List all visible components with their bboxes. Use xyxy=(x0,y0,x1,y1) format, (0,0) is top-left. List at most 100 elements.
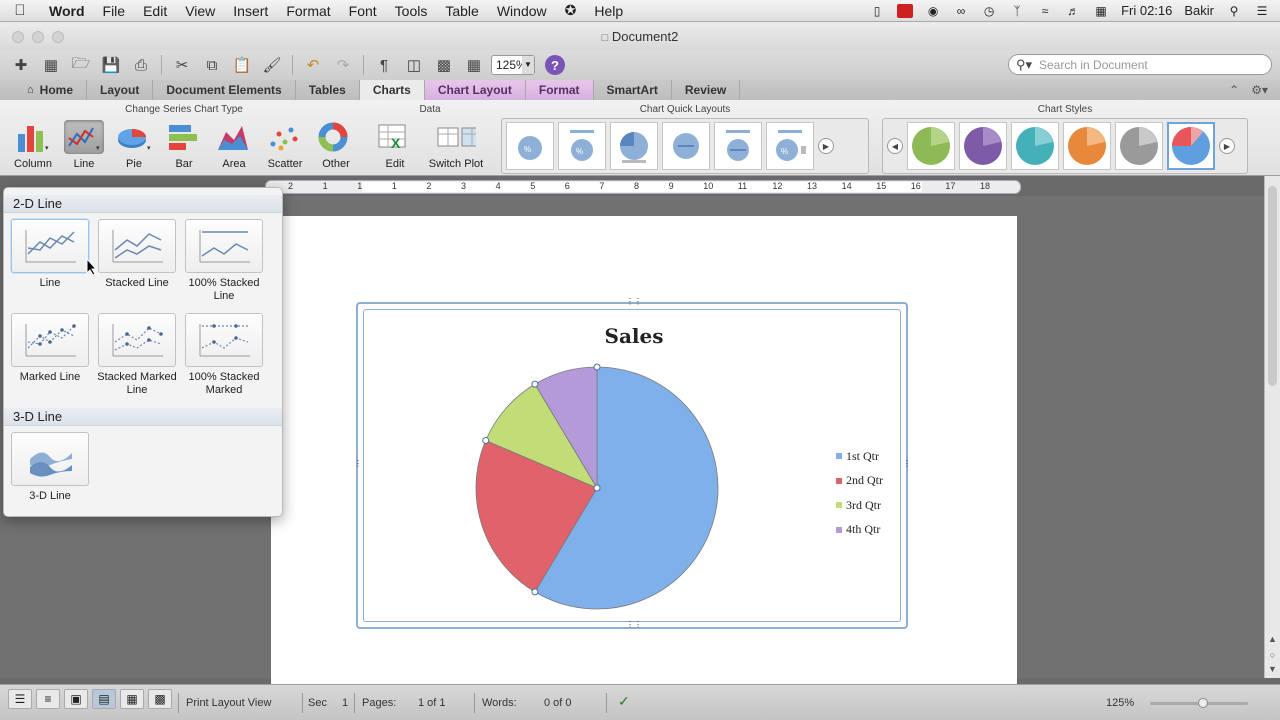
record-icon[interactable] xyxy=(897,3,914,18)
paste-icon[interactable]: 📋 xyxy=(229,54,255,76)
legend-entry[interactable]: 1st Qtr xyxy=(836,444,883,469)
notification-icon[interactable]: ◉ xyxy=(925,4,941,18)
chart-type-bar-button[interactable]: Bar xyxy=(161,120,207,172)
publishing-view-icon[interactable]: ▣ xyxy=(64,689,88,709)
chart-styles-prev-icon[interactable]: ◀ xyxy=(887,138,903,154)
chart-type-other-button[interactable]: Other xyxy=(313,120,359,172)
new-document-icon[interactable]: ✚ xyxy=(8,54,34,76)
chart-type-line-button[interactable]: ▾ Line xyxy=(61,120,107,172)
option-stacked-line[interactable]: Stacked Line xyxy=(94,219,180,290)
chart-type-scatter-button[interactable]: Scatter xyxy=(262,120,308,172)
tab-review[interactable]: Review xyxy=(672,80,741,100)
resize-handle-top[interactable]: ⋮⋮ xyxy=(626,297,642,306)
quick-layout-1[interactable]: % xyxy=(506,122,554,170)
menu-file[interactable]: File xyxy=(94,3,135,19)
notification-center-icon[interactable]: ☰ xyxy=(1254,4,1270,18)
legend-entry[interactable]: 2nd Qtr xyxy=(836,469,883,494)
legend-entry[interactable]: 3rd Qtr xyxy=(836,493,883,518)
chart-type-pie-button[interactable]: ▾ Pie xyxy=(111,120,157,172)
quick-layout-2[interactable]: % xyxy=(558,122,606,170)
time-machine-icon[interactable]: ◷ xyxy=(981,4,997,18)
script-icon[interactable]: ✪ xyxy=(556,2,586,19)
format-painter-icon[interactable]: 🖌 xyxy=(259,54,285,76)
focus-view-icon[interactable]: ▩ xyxy=(148,689,172,709)
tab-format[interactable]: Format xyxy=(525,80,594,100)
menu-window[interactable]: Window xyxy=(488,3,556,19)
scrollbar-thumb[interactable] xyxy=(1268,186,1277,386)
vertical-scrollbar[interactable]: ▲ ○ ▼ xyxy=(1264,176,1280,678)
redo-icon[interactable]: ↷ xyxy=(330,54,356,76)
chart-style-green[interactable] xyxy=(907,122,955,170)
print-layout-view-icon[interactable]: ▤ xyxy=(92,689,116,709)
save-icon[interactable]: 💾 xyxy=(98,54,124,76)
spotlight-icon[interactable]: ⚲ xyxy=(1226,4,1242,18)
chart-styles-next-icon[interactable]: ▶ xyxy=(1219,138,1235,154)
text-tool-icon[interactable]: ▯ xyxy=(869,4,885,18)
quick-layout-3[interactable] xyxy=(610,122,658,170)
spelling-check-icon[interactable]: ✓ xyxy=(618,693,630,710)
zoom-select[interactable]: 125% ▼ xyxy=(491,55,535,75)
option-100-stacked-marked[interactable]: 100% Stacked Marked xyxy=(181,313,267,397)
quick-layout-5[interactable] xyxy=(714,122,762,170)
outline-view-icon[interactable]: ≡ xyxy=(36,689,60,709)
tab-smartart[interactable]: SmartArt xyxy=(594,80,672,100)
edit-data-button[interactable]: X Edit xyxy=(372,120,418,172)
chart-style-multicolor[interactable] xyxy=(1167,122,1215,170)
tab-tables[interactable]: Tables xyxy=(296,80,360,100)
chart-legend[interactable]: 1st Qtr 2nd Qtr 3rd Qtr 4th Qtr xyxy=(836,444,883,542)
sidebar-icon[interactable]: ◫ xyxy=(401,54,427,76)
menu-table[interactable]: Table xyxy=(436,3,487,19)
tab-home[interactable]: ⌂ Home xyxy=(14,80,87,100)
menu-tools[interactable]: Tools xyxy=(386,3,437,19)
show-formatting-icon[interactable]: ¶ xyxy=(371,54,397,76)
chart-object[interactable]: Sales 1st Qtr 2nd Qtr 3rd Qtr 4th Qtr ⋮⋮ ⋮⋮… xyxy=(354,297,911,631)
chart-style-purple[interactable] xyxy=(959,122,1007,170)
quick-layout-6[interactable]: % xyxy=(766,122,814,170)
clock[interactable]: Fri 02:16 xyxy=(1121,3,1172,18)
template-gallery-icon[interactable]: ▦ xyxy=(38,54,64,76)
ribbon-settings-icon[interactable]: ⚙▾ xyxy=(1251,83,1268,97)
print-icon[interactable]: ⎙ xyxy=(128,54,154,76)
copy-icon[interactable]: ⧉ xyxy=(199,54,225,76)
chart-style-orange[interactable] xyxy=(1063,122,1111,170)
resize-handle-right[interactable]: ⋮ xyxy=(903,459,911,468)
notebook-view-icon[interactable]: ▦ xyxy=(120,689,144,709)
draft-view-icon[interactable]: ☰ xyxy=(8,689,32,709)
scroll-up-icon[interactable]: ▲ xyxy=(1267,634,1278,645)
chart-style-teal[interactable] xyxy=(1011,122,1059,170)
browse-object-icon[interactable]: ○ xyxy=(1267,650,1278,661)
option-100-stacked-line[interactable]: 100% Stacked Line xyxy=(181,219,267,303)
scroll-down-icon[interactable]: ▼ xyxy=(1267,664,1278,675)
tab-layout[interactable]: Layout xyxy=(87,80,154,100)
option-marked-line[interactable]: Marked Line xyxy=(7,313,93,384)
option-line[interactable]: Line xyxy=(7,219,93,290)
gallery-icon[interactable]: ▩ xyxy=(431,54,457,76)
tab-chart-layout[interactable]: Chart Layout xyxy=(424,80,526,100)
quick-layouts-next-icon[interactable]: ▶ xyxy=(818,138,834,154)
resize-handle-bottom[interactable]: ⋮⋮ xyxy=(626,620,642,629)
tab-charts[interactable]: Charts xyxy=(359,80,425,100)
option-3d-line[interactable]: 3-D Line xyxy=(7,432,93,503)
apple-icon[interactable]:  xyxy=(0,2,40,19)
user-name[interactable]: Bakir xyxy=(1184,3,1214,18)
quick-layout-4[interactable] xyxy=(662,122,710,170)
pie-chart[interactable] xyxy=(358,304,910,631)
menu-view[interactable]: View xyxy=(176,3,224,19)
horizontal-ruler[interactable]: 2 1 1 1 2 3 4 5 6 7 8 9 10 11 12 13 14 15 16 17 18 xyxy=(265,180,1021,194)
calendar-icon[interactable]: ▦ xyxy=(1093,4,1109,18)
menu-insert[interactable]: Insert xyxy=(224,3,277,19)
zoom-slider[interactable] xyxy=(1150,698,1248,708)
legend-entry[interactable]: 4th Qtr xyxy=(836,518,883,543)
menu-font[interactable]: Font xyxy=(340,3,386,19)
search-input[interactable]: ⚲▾ Search in Document xyxy=(1008,54,1272,75)
open-folder-icon[interactable]: 🗁 xyxy=(68,54,94,76)
chart-style-gray[interactable] xyxy=(1115,122,1163,170)
undo-icon[interactable]: ↶ xyxy=(300,54,326,76)
creative-cloud-icon[interactable]: ∞ xyxy=(953,4,969,18)
menu-app-word[interactable]: Word xyxy=(40,3,94,19)
volume-icon[interactable]: ♬ xyxy=(1065,4,1081,18)
toolbox-icon[interactable]: ▦ xyxy=(461,54,487,76)
wifi-icon[interactable]: ≈ xyxy=(1037,4,1053,18)
tab-document-elements[interactable]: Document Elements xyxy=(153,80,296,100)
switch-plot-button[interactable]: Switch Plot xyxy=(428,120,484,172)
